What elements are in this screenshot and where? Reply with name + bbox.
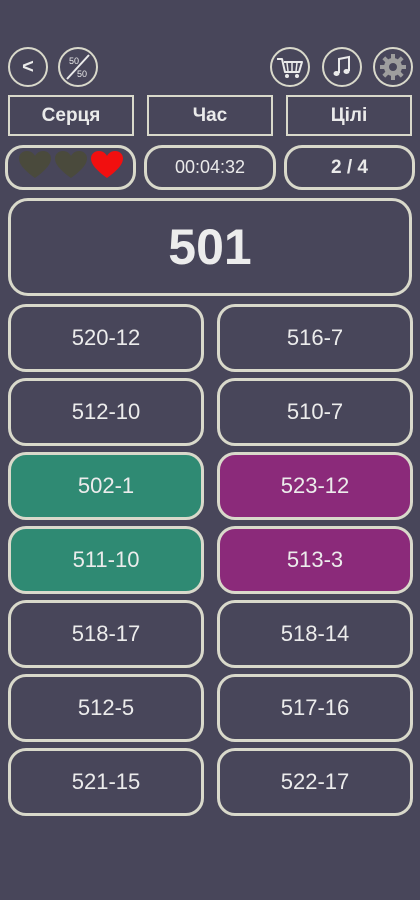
option-label: 512-10 [71, 399, 141, 424]
gear-icon [380, 54, 406, 80]
goals-header: Цілі [286, 95, 412, 136]
option-label: 517-16 [280, 695, 350, 720]
timer-display: 00:04:32 [144, 145, 276, 190]
option-button-correct[interactable]: 502-1 [8, 452, 204, 520]
option-button-correct[interactable]: 511-10 [8, 526, 204, 594]
option-label: 518-14 [280, 621, 350, 646]
option-label: 510-7 [286, 399, 344, 424]
target-number-panel: 501 [8, 198, 412, 296]
hearts-header: Серця [8, 95, 134, 136]
option-button[interactable]: 512-10 [8, 378, 204, 446]
option-label: 512-5 [77, 695, 135, 720]
hearts-display [5, 145, 136, 190]
goals-value: 2 / 4 [331, 156, 368, 178]
music-note-icon [333, 55, 350, 76]
option-label: 513-3 [286, 547, 344, 572]
music-button[interactable] [322, 47, 362, 87]
svg-text:50: 50 [77, 69, 87, 79]
back-button[interactable]: < [8, 47, 48, 87]
settings-button[interactable] [373, 47, 413, 87]
option-button-wrong[interactable]: 523-12 [217, 452, 413, 520]
option-label: 520-12 [71, 325, 141, 350]
option-button[interactable]: 518-14 [217, 600, 413, 668]
option-button[interactable]: 516-7 [217, 304, 413, 372]
heart-empty-icon [18, 150, 51, 178]
fifty-fifty-icon: 50 50 [66, 54, 90, 80]
heart-full-icon [90, 150, 123, 178]
option-label: 523-12 [280, 473, 350, 498]
option-label: 502-1 [77, 473, 135, 498]
goals-display: 2 / 4 [284, 145, 415, 190]
option-label: 511-10 [72, 547, 140, 572]
shop-button[interactable] [270, 47, 310, 87]
basket-icon [277, 58, 303, 78]
option-button[interactable]: 521-15 [8, 748, 204, 816]
time-header-label: Час [192, 104, 228, 126]
timer-value: 00:04:32 [174, 157, 246, 177]
back-label: < [22, 55, 34, 78]
option-label: 522-17 [280, 769, 350, 794]
hearts-header-label: Серця [41, 104, 101, 126]
heart-empty-icon [54, 150, 87, 178]
option-button[interactable]: 512-5 [8, 674, 204, 742]
hearts-row [17, 150, 125, 186]
goals-header-label: Цілі [330, 104, 368, 126]
fifty-fifty-button[interactable]: 50 50 [58, 47, 98, 87]
option-button[interactable]: 517-16 [217, 674, 413, 742]
option-button[interactable]: 510-7 [217, 378, 413, 446]
option-button[interactable]: 518-17 [8, 600, 204, 668]
target-number: 501 [168, 219, 252, 275]
option-button-wrong[interactable]: 513-3 [217, 526, 413, 594]
time-header: Час [147, 95, 273, 136]
option-label: 516-7 [286, 325, 344, 350]
option-label: 518-17 [71, 621, 141, 646]
option-button[interactable]: 520-12 [8, 304, 204, 372]
option-label: 521-15 [71, 769, 141, 794]
option-button[interactable]: 522-17 [217, 748, 413, 816]
svg-text:50: 50 [69, 56, 79, 66]
